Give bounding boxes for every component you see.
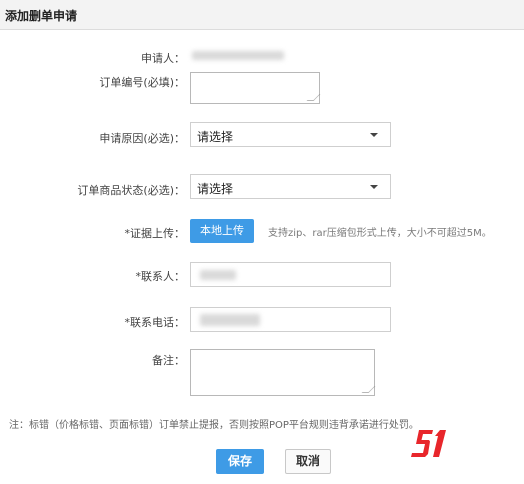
reason-select[interactable]: 请选择 <box>190 122 391 147</box>
resize-handle-icon[interactable] <box>306 94 321 101</box>
page-header: 添加删单申请 <box>0 0 524 30</box>
resize-handle-icon[interactable] <box>361 386 376 393</box>
chevron-down-icon <box>370 133 378 137</box>
goods-status-label: 订单商品状态(必选)： <box>77 184 185 197</box>
reason-select-value: 请选择 <box>197 130 234 144</box>
order-no-field[interactable] <box>190 72 321 104</box>
cancel-button[interactable]: 取消 <box>285 449 331 474</box>
save-button[interactable]: 保存 <box>216 449 264 474</box>
contact-label: *联系人： <box>135 270 186 283</box>
goods-status-select-value: 请选择 <box>197 182 234 196</box>
phone-field[interactable] <box>190 307 391 332</box>
applicant-label: 申请人： <box>141 52 185 65</box>
phone-label: *联系电话： <box>124 316 186 329</box>
local-upload-button[interactable]: 本地上传 <box>190 219 254 243</box>
goods-status-select[interactable]: 请选择 <box>190 174 391 199</box>
upload-label: *证据上传： <box>124 227 186 240</box>
contact-field[interactable] <box>190 262 391 287</box>
watermark-logo <box>411 430 446 457</box>
chevron-down-icon <box>370 185 378 189</box>
contact-value-redacted <box>200 270 236 280</box>
applicant-name-redacted <box>192 51 284 60</box>
policy-note: 注：标错（价格标错、页面标错）订单禁止提报，否则按照POP平台规则违背承诺进行处… <box>9 420 419 431</box>
remark-label: 备注： <box>152 354 185 367</box>
upload-hint: 支持zip、rar压缩包形式上传，大小不可超过5M。 <box>268 228 492 239</box>
reason-label: 申请原因(必选)： <box>99 132 185 145</box>
phone-value-redacted <box>200 314 260 326</box>
order-no-label: 订单编号(必填)： <box>99 76 185 89</box>
remark-field[interactable] <box>190 349 376 396</box>
page-title: 添加删单申请 <box>5 9 78 23</box>
